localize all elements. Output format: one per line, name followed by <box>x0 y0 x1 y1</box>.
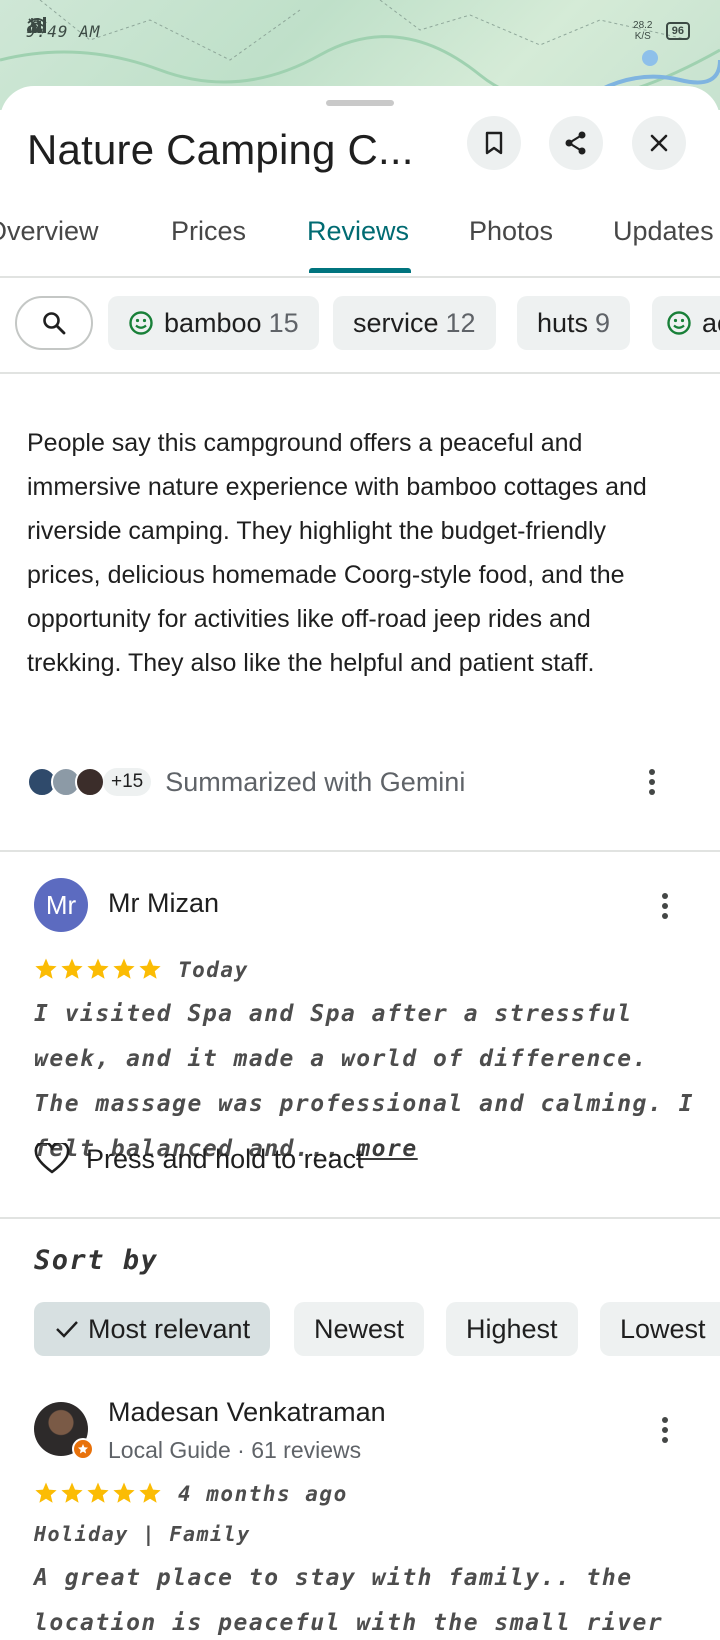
gemini-attribution: Summarized with Gemini <box>165 766 466 797</box>
status-icons: 28.2 K/S 96 <box>26 17 690 42</box>
tab-prices[interactable]: Prices <box>171 216 246 247</box>
check-icon <box>56 1321 78 1338</box>
smile-icon <box>666 310 692 336</box>
place-tabs: Overview Prices Reviews Photos Updates <box>0 190 720 278</box>
star-icon <box>113 1482 135 1503</box>
sort-most-relevant-button[interactable]: Most relevant <box>34 1302 271 1356</box>
share-icon <box>565 131 586 155</box>
star-icon <box>61 1482 83 1503</box>
sort-option-label: Highest <box>466 1313 558 1344</box>
react-button[interactable]: Press and hold to react <box>34 1143 364 1175</box>
star-icon <box>61 958 83 979</box>
save-button[interactable] <box>467 116 521 170</box>
net-speed: 28.2 K/S <box>633 20 653 42</box>
review-more-options-icon[interactable] <box>653 1414 677 1446</box>
react-label: Press and hold to react <box>86 1143 364 1174</box>
review-topic-chips: bamboo 15 service 12 huts 9 ac <box>0 296 720 352</box>
more-link[interactable]: more <box>356 1136 417 1162</box>
review-more-options-icon[interactable] <box>653 890 677 922</box>
reviewer-name[interactable]: Mr Mizan <box>108 888 219 919</box>
star-icon <box>139 958 161 979</box>
search-reviews-button[interactable] <box>15 296 93 350</box>
topic-chip-bamboo[interactable]: bamboo 15 <box>108 296 319 350</box>
review-date: 4 months ago <box>178 1482 348 1506</box>
chip-label: ac <box>702 307 720 338</box>
summary-attribution: +15 Summarized with Gemini <box>27 764 465 800</box>
section-divider <box>0 1217 720 1219</box>
chip-count: 12 <box>445 307 476 338</box>
star-icon <box>87 1482 109 1503</box>
sort-highest-button[interactable]: Highest <box>446 1302 578 1356</box>
tab-overview[interactable]: Overview <box>0 216 99 247</box>
close-button[interactable] <box>632 116 686 170</box>
star-icon <box>139 1482 161 1503</box>
sort-option-label: Newest <box>314 1313 405 1344</box>
drag-handle[interactable] <box>326 100 394 106</box>
tab-photos[interactable]: Photos <box>469 216 553 247</box>
chip-label: huts <box>537 307 589 338</box>
search-icon <box>43 312 66 335</box>
heart-icon <box>34 1143 70 1174</box>
chip-count: 9 <box>595 307 611 338</box>
topic-chip-huts[interactable]: huts 9 <box>517 296 631 350</box>
sort-option-label: Most relevant <box>88 1313 251 1344</box>
review-date: Today <box>178 958 249 982</box>
star-rating <box>34 957 162 981</box>
review-summary-text: People say this campground offers a peac… <box>27 429 647 677</box>
topic-chip-ac[interactable]: ac <box>652 296 720 350</box>
star-icon <box>87 958 109 979</box>
smile-icon <box>128 310 154 336</box>
sort-lowest-button[interactable]: Lowest <box>600 1302 720 1356</box>
chip-label: bamboo <box>164 307 262 338</box>
active-tab-indicator <box>309 268 411 273</box>
section-divider <box>0 850 720 852</box>
tab-updates[interactable]: Updates <box>613 216 714 247</box>
battery-indicator: 96 <box>665 22 690 40</box>
local-guide-badge-icon <box>72 1438 94 1460</box>
bookmark-icon <box>485 131 503 155</box>
topic-chip-service[interactable]: service 12 <box>333 296 496 350</box>
close-icon <box>650 134 668 152</box>
chip-label: service <box>353 307 439 338</box>
review-text[interactable]: A great place to stay with family.. the … <box>34 1556 694 1640</box>
avatar[interactable]: Mr <box>34 878 88 932</box>
contributors-count-badge: +15 <box>103 768 152 796</box>
share-button[interactable] <box>549 116 603 170</box>
flask-icon <box>26 18 44 33</box>
sort-option-label: Lowest <box>620 1313 706 1344</box>
place-title: Nature Camping C... <box>27 126 414 173</box>
sort-newest-button[interactable]: Newest <box>294 1302 425 1356</box>
star-icon <box>35 958 57 979</box>
status-bar: 9:49 AM 28.2 K/S 96 <box>26 16 690 46</box>
reviewer-meta: Local Guide · 61 reviews <box>108 1437 362 1463</box>
reviewer-name[interactable]: Madesan Venkatraman <box>108 1397 386 1428</box>
star-icon <box>35 1482 57 1503</box>
tab-reviews[interactable]: Reviews <box>307 216 409 247</box>
review-tags: Holiday | Family <box>34 1522 251 1546</box>
sort-title: Sort by <box>34 1245 159 1276</box>
summary-more-options-icon[interactable] <box>640 766 664 798</box>
section-divider <box>0 372 720 374</box>
avatar[interactable] <box>34 1402 94 1460</box>
avatar <box>75 767 105 797</box>
star-rating <box>34 1481 162 1505</box>
star-icon <box>113 958 135 979</box>
chip-count: 15 <box>268 307 299 338</box>
